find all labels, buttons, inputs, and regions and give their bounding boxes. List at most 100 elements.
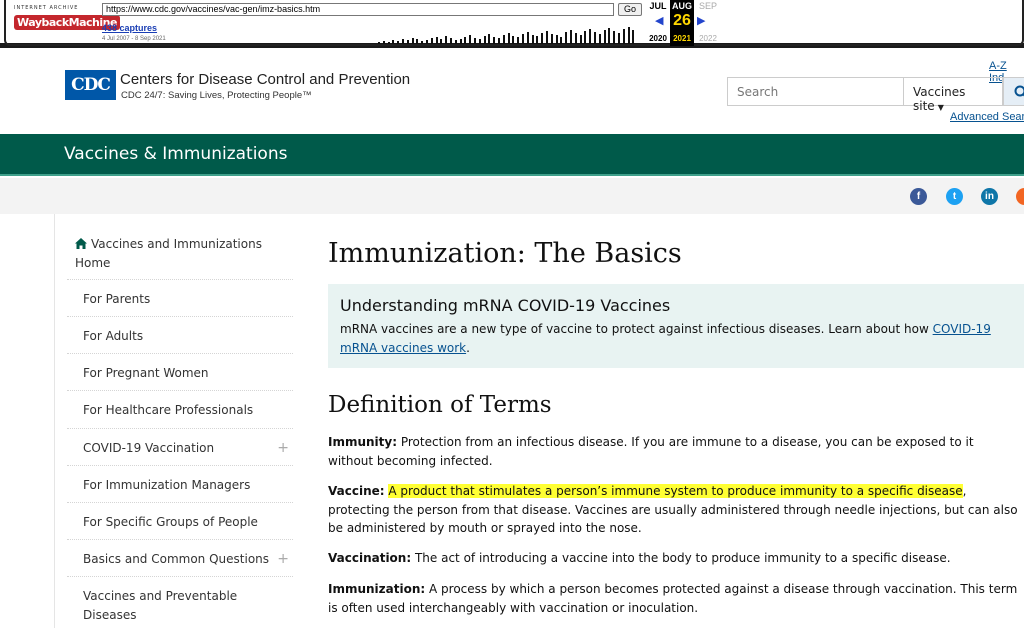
sidebar-item[interactable]: For Specific Groups of People xyxy=(67,502,293,532)
facebook-icon[interactable]: f xyxy=(910,188,927,205)
wayback-prev-arrow-icon[interactable]: ◀ xyxy=(655,14,663,27)
caret-down-icon: ▼ xyxy=(937,103,944,112)
twitter-icon[interactable]: t xyxy=(946,188,963,205)
expand-plus-icon[interactable]: + xyxy=(277,439,289,458)
sparkline-bar xyxy=(584,31,587,44)
definition-text: A process by which a person becomes prot… xyxy=(328,582,1018,615)
definition-term: Immunity: xyxy=(328,435,398,449)
wayback-year-prev[interactable]: 2020 xyxy=(646,34,670,43)
wayback-next-arrow-icon[interactable]: ▶ xyxy=(697,14,705,27)
sparkline-bar xyxy=(459,39,462,44)
rss-icon[interactable] xyxy=(1016,188,1024,205)
sparkline-bar xyxy=(406,40,409,44)
sparkline-bar xyxy=(378,42,380,44)
sidebar-item-label: For Adults xyxy=(83,329,144,343)
sparkline-bar xyxy=(502,35,505,44)
callout-title: Understanding mRNA COVID-19 Vaccines xyxy=(340,296,671,315)
callout-end: . xyxy=(466,341,470,355)
sparkline-bar xyxy=(440,39,443,44)
search-button[interactable] xyxy=(1003,77,1024,106)
sparkline-bar xyxy=(435,37,438,44)
sidebar-home-link[interactable]: Vaccines and Immunizations Home xyxy=(75,235,285,273)
sparkline-bar xyxy=(416,39,419,44)
sparkline-bar xyxy=(483,36,486,44)
sparkline-bar xyxy=(627,27,630,44)
sidebar-item[interactable]: COVID-19 Vaccination + xyxy=(67,428,293,458)
sparkline-bar xyxy=(632,30,635,44)
callout-body: mRNA vaccines are a new type of vaccine … xyxy=(340,320,1010,358)
search-scope-select[interactable]: Vaccines site ▼ xyxy=(903,77,1003,113)
sparkline-bar xyxy=(589,29,592,44)
wayback-go-button[interactable]: Go xyxy=(618,3,642,16)
section-banner: Vaccines & Immunizations xyxy=(0,134,1024,176)
sparkline-bar xyxy=(397,41,400,44)
wayback-sparkline[interactable] xyxy=(178,20,640,44)
sparkline-bar xyxy=(493,37,496,44)
social-share-bar: f t in xyxy=(0,178,1024,214)
sidebar-item[interactable]: For Healthcare Professionals xyxy=(67,390,293,420)
definition-text: Protection from an infectious disease. I… xyxy=(328,435,974,468)
definition-item: Vaccination: The act of introducing a va… xyxy=(328,549,1018,568)
sidebar-item[interactable]: Vaccines and Preventable Diseases xyxy=(67,576,293,625)
sparkline-bar xyxy=(426,40,428,44)
sparkline-bar xyxy=(531,35,534,44)
callout-text: mRNA vaccines are a new type of vaccine … xyxy=(340,322,933,336)
sparkline-bar xyxy=(579,35,582,44)
definition-text: The act of introducing a vaccine into th… xyxy=(411,551,951,565)
sidebar-item[interactable]: For Pregnant Women xyxy=(67,353,293,383)
sidebar-item[interactable]: For Parents xyxy=(67,279,293,309)
sidebar-nav: Vaccines and Immunizations Home For Pare… xyxy=(54,214,304,628)
banner-title[interactable]: Vaccines & Immunizations xyxy=(64,144,287,164)
sidebar-item[interactable]: For Immunization Managers xyxy=(67,465,293,495)
sparkline-bar xyxy=(402,39,404,44)
definition-term: Immunization: xyxy=(328,582,426,596)
sidebar-item-label: For Specific Groups of People xyxy=(83,515,258,529)
search-input[interactable]: Search xyxy=(727,77,903,106)
wayback-logo[interactable]: INTERNET ARCHIVE WaybackMachine xyxy=(14,5,120,30)
sidebar-item-label: Basics and Common Questions xyxy=(83,552,270,566)
sparkline-bar xyxy=(565,32,568,44)
definition-term: Vaccination: xyxy=(328,551,412,565)
sparkline-bar xyxy=(478,39,481,44)
wayback-capture-range: 4 Jul 2007 - 8 Sep 2021 xyxy=(102,36,166,42)
expand-plus-icon[interactable]: + xyxy=(277,550,289,569)
org-name[interactable]: Centers for Disease Control and Preventi… xyxy=(120,71,410,88)
sparkline-bar xyxy=(411,38,414,44)
definition-item: Immunization: A process by which a perso… xyxy=(328,580,1018,617)
wayback-captures-link[interactable]: 438 captures xyxy=(102,23,157,33)
cdc-logo-text: CDC xyxy=(71,75,111,95)
sidebar-item[interactable]: For Adults xyxy=(67,316,293,346)
definition-term: Vaccine: xyxy=(328,484,385,498)
mrna-callout: Understanding mRNA COVID-19 Vaccines mRN… xyxy=(328,284,1024,368)
sparkline-bar xyxy=(574,33,577,44)
wayback-year-current: 2021 xyxy=(673,34,691,43)
sparkline-bar xyxy=(536,36,539,44)
sidebar-item-label: Vaccines and Preventable Diseases xyxy=(83,589,238,622)
sparkline-bar xyxy=(512,36,515,44)
linkedin-icon[interactable]: in xyxy=(981,188,998,205)
sparkline-bar xyxy=(498,38,500,44)
sparkline-bar xyxy=(598,34,601,44)
sparkline-bar xyxy=(445,36,448,44)
page-title: Immunization: The Basics xyxy=(328,238,682,269)
definitions-heading: Definition of Terms xyxy=(328,392,552,418)
sidebar-item-label: For Parents xyxy=(83,292,151,306)
advanced-search-link[interactable]: Advanced Sear xyxy=(950,111,1024,123)
sidebar-item[interactable]: Basics and Common Questions + xyxy=(67,539,293,569)
wayback-url-input[interactable]: https://www.cdc.gov/vaccines/vac-gen/imz… xyxy=(102,3,614,16)
sparkline-bar xyxy=(392,40,395,44)
wayback-month-prev[interactable]: JUL xyxy=(646,1,670,11)
sparkline-bar xyxy=(474,38,476,44)
sparkline-bar xyxy=(421,41,424,44)
sparkline-bar xyxy=(541,33,544,44)
cdc-logo[interactable]: CDC xyxy=(65,70,116,100)
definition-item: Vaccine: A product that stimulates a per… xyxy=(328,482,1018,538)
sparkline-bar xyxy=(608,28,611,44)
sparkline-bar xyxy=(618,33,620,44)
sparkline-bar xyxy=(555,35,558,44)
sparkline-bar xyxy=(594,32,596,44)
sparkline-bar xyxy=(387,42,390,44)
sparkline-bar xyxy=(454,40,457,44)
sparkline-bar xyxy=(450,38,452,44)
sparkline-bar xyxy=(469,35,472,44)
